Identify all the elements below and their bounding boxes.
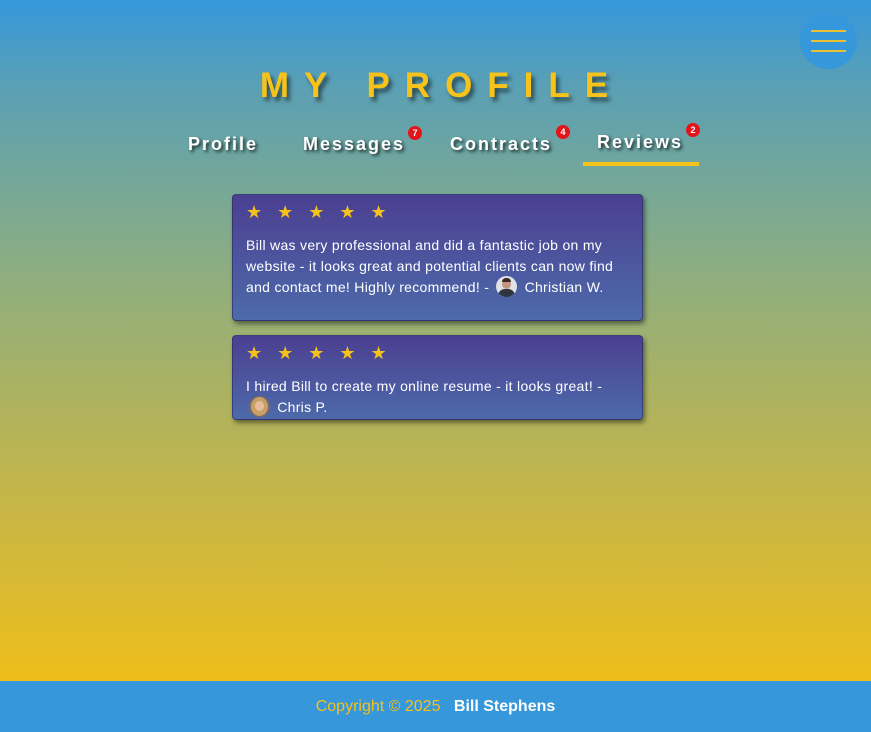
review-card: ★ ★ ★ ★ ★ Bill was very professional and… — [232, 194, 643, 321]
copyright-text: Copyright © 2025 — [315, 698, 441, 715]
page-title: MY PROFILE — [259, 66, 624, 105]
footer: Copyright © 2025 Bill Stephens — [0, 681, 871, 732]
review-body: I hired Bill to create my online resume … — [246, 378, 603, 394]
review-text: Bill was very professional and did a fan… — [246, 235, 629, 298]
review-card: ★ ★ ★ ★ ★ I hired Bill to create my onli… — [232, 335, 643, 420]
reviewer-name: Christian W. — [524, 279, 604, 295]
tab-messages-label: Messages — [303, 134, 406, 154]
contracts-count-badge: 4 — [556, 125, 570, 139]
tab-reviews-label: Reviews — [597, 132, 684, 152]
author-name: Bill Stephens — [453, 698, 556, 715]
active-tab-indicator — [583, 162, 699, 166]
reviewer-avatar-icon — [249, 396, 270, 418]
tab-contracts[interactable]: Contracts 4 — [450, 124, 570, 166]
profile-tabs: Profile Messages 7 Contracts 4 Reviews 2 — [0, 123, 871, 168]
tab-profile-label: Profile — [188, 134, 259, 154]
star-rating: ★ ★ ★ ★ ★ — [246, 202, 392, 222]
reviewer-avatar-icon — [496, 276, 518, 298]
tab-contracts-label: Contracts — [450, 134, 553, 154]
star-rating: ★ ★ ★ ★ ★ — [246, 343, 392, 363]
tab-messages[interactable]: Messages 7 — [303, 124, 423, 166]
messages-count-badge: 7 — [408, 126, 422, 140]
menu-bar — [811, 49, 846, 52]
tab-reviews[interactable]: Reviews 2 — [583, 123, 700, 166]
menu-bar — [811, 29, 846, 32]
reviews-count-badge: 2 — [686, 123, 700, 137]
hamburger-menu-button[interactable] — [800, 12, 857, 69]
review-text: I hired Bill to create my online resume … — [246, 376, 629, 418]
reviewer-name: Chris P. — [277, 399, 328, 415]
menu-bar — [811, 39, 846, 42]
tab-profile[interactable]: Profile — [188, 124, 268, 166]
